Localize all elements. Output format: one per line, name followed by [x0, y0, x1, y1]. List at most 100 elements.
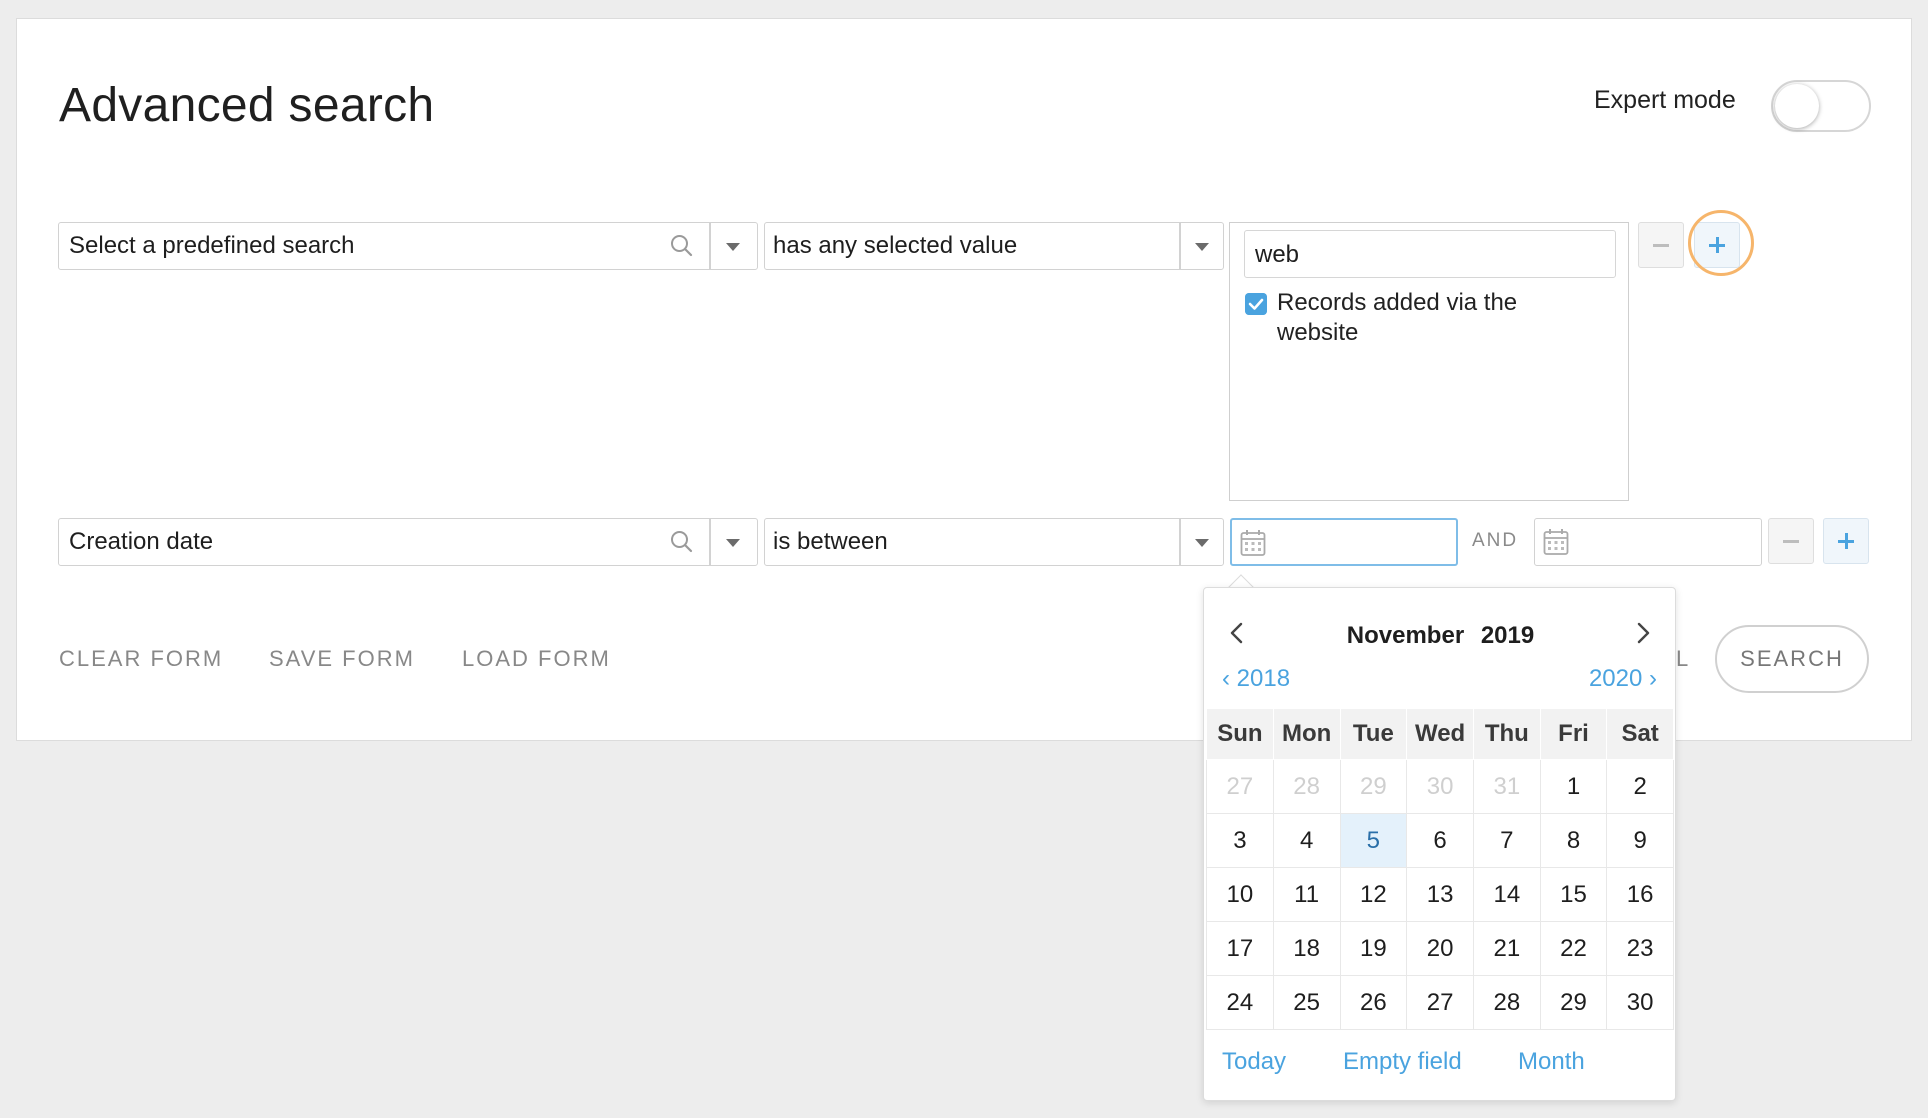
- calendar-day[interactable]: 1: [1539, 759, 1608, 814]
- calendar-week-row: 3456789: [1206, 813, 1674, 868]
- calendar-month[interactable]: November: [1347, 622, 1464, 649]
- calendar-day[interactable]: 11: [1272, 867, 1341, 922]
- calendar-icon: [1240, 530, 1266, 556]
- cancel-button-partial[interactable]: L: [1676, 646, 1688, 672]
- operator-select-row2-value: is between: [773, 528, 888, 555]
- chevron-down-icon[interactable]: [726, 539, 740, 547]
- calendar-day-outside-month[interactable]: 30: [1406, 759, 1474, 814]
- weekday-header: Thu: [1473, 708, 1541, 760]
- combo-separator: [1179, 223, 1181, 269]
- calendar-day-outside-month[interactable]: 28: [1272, 759, 1341, 814]
- chevron-down-icon[interactable]: [726, 243, 740, 251]
- calendar-day[interactable]: 21: [1473, 921, 1541, 976]
- value-search-input[interactable]: web: [1244, 230, 1616, 278]
- search-icon: [671, 235, 693, 257]
- calendar-day-selected[interactable]: 5: [1339, 813, 1408, 868]
- calendar-day[interactable]: 2: [1606, 759, 1674, 814]
- next-year-link[interactable]: 2020 ›: [1589, 665, 1657, 693]
- operator-select-row1[interactable]: has any selected value: [764, 222, 1224, 270]
- calendar-week-row: 17 18 19 20 21 22 23: [1206, 921, 1674, 976]
- clear-form-button[interactable]: CLEAR FORM: [59, 646, 223, 672]
- search-icon: [671, 531, 693, 553]
- remove-row2-button[interactable]: [1768, 518, 1814, 564]
- weekday-header: Mon: [1272, 708, 1341, 760]
- calendar-day[interactable]: 13: [1406, 867, 1474, 922]
- calendar-day-outside-month[interactable]: 31: [1473, 759, 1541, 814]
- calendar-day[interactable]: 18: [1272, 921, 1341, 976]
- expert-mode-label: Expert mode: [1594, 86, 1736, 114]
- highlight-ring: [1688, 210, 1754, 276]
- calendar-week-row: 10 11 12 13 14 15 16: [1206, 867, 1674, 922]
- weekday-header: Tue: [1339, 708, 1408, 760]
- operator-select-row2[interactable]: is between: [764, 518, 1224, 566]
- calendar-day[interactable]: 26: [1339, 975, 1408, 1030]
- checkbox-label[interactable]: Records added via the website: [1277, 288, 1577, 348]
- calendar-day[interactable]: 29: [1539, 975, 1608, 1030]
- calendar-day[interactable]: 25: [1272, 975, 1341, 1030]
- combo-separator: [709, 223, 711, 269]
- calendar-day[interactable]: 17: [1206, 921, 1274, 976]
- field-select-row2[interactable]: Creation date: [58, 518, 758, 566]
- calendar-week-row: 24 25 26 27 28 29 30: [1206, 975, 1674, 1030]
- checkbox-checked[interactable]: [1245, 293, 1267, 315]
- calendar-day[interactable]: 23: [1606, 921, 1674, 976]
- calendar-grid: Sun Mon Tue Wed Thu Fri Sat 27 28 29 30 31 1 2 3 4 5 6 7 8…: [1206, 708, 1674, 1030]
- chevron-down-icon[interactable]: [1195, 539, 1209, 547]
- date-to-input[interactable]: [1534, 518, 1762, 566]
- calendar-day[interactable]: 22: [1539, 921, 1608, 976]
- calendar-day[interactable]: 8: [1539, 813, 1608, 868]
- calendar-day[interactable]: 27: [1406, 975, 1474, 1030]
- calendar-icon: [1543, 529, 1569, 555]
- previous-year-link[interactable]: ‹ 2018: [1222, 665, 1290, 693]
- calendar-day[interactable]: 9: [1606, 813, 1674, 868]
- chevron-down-icon[interactable]: [1195, 243, 1209, 251]
- field-select-row2-value: Creation date: [69, 528, 214, 555]
- calendar-day[interactable]: 24: [1206, 975, 1274, 1030]
- chevron-right-icon[interactable]: [1628, 618, 1658, 648]
- weekday-header: Sat: [1606, 708, 1674, 760]
- calendar-year[interactable]: 2019: [1481, 622, 1534, 649]
- combo-separator: [1179, 519, 1181, 565]
- calendar-day[interactable]: 10: [1206, 867, 1274, 922]
- calendar-day-outside-month[interactable]: 27: [1206, 759, 1274, 814]
- weekday-header: Fri: [1539, 708, 1608, 760]
- calendar-day[interactable]: 4: [1272, 813, 1341, 868]
- calendar-week-row: 27 28 29 30 31 1 2: [1206, 759, 1674, 814]
- calendar-day[interactable]: 6: [1406, 813, 1474, 868]
- date-from-input[interactable]: [1230, 518, 1458, 566]
- toggle-knob: [1775, 84, 1819, 128]
- weekday-header: Sun: [1206, 708, 1274, 760]
- page-title: Advanced search: [59, 79, 435, 132]
- calendar-day[interactable]: 3: [1206, 813, 1274, 868]
- empty-field-link[interactable]: Empty field: [1343, 1048, 1462, 1076]
- calendar-month-title: November 2019: [1204, 622, 1677, 650]
- expert-mode-toggle[interactable]: [1771, 80, 1871, 132]
- month-view-link[interactable]: Month: [1518, 1048, 1585, 1076]
- value-picker-row1: web Records added via the website: [1229, 222, 1629, 501]
- and-label: AND: [1472, 530, 1519, 551]
- save-form-button[interactable]: SAVE FORM: [269, 646, 415, 672]
- calendar-day[interactable]: 15: [1539, 867, 1608, 922]
- weekday-header: Wed: [1406, 708, 1474, 760]
- previous-year-label: 2018: [1236, 665, 1291, 692]
- field-select-row1[interactable]: Select a predefined search: [58, 222, 758, 270]
- field-select-row1-value: Select a predefined search: [69, 232, 355, 259]
- calendar-day-outside-month[interactable]: 29: [1339, 759, 1408, 814]
- calendar-day[interactable]: 14: [1473, 867, 1541, 922]
- remove-row1-button[interactable]: [1638, 222, 1684, 268]
- calendar-day[interactable]: 30: [1606, 975, 1674, 1030]
- load-form-button[interactable]: LOAD FORM: [462, 646, 611, 672]
- calendar-day[interactable]: 28: [1473, 975, 1541, 1030]
- calendar-day[interactable]: 16: [1606, 867, 1674, 922]
- calendar-day[interactable]: 20: [1406, 921, 1474, 976]
- combo-separator: [709, 519, 711, 565]
- search-button[interactable]: SEARCH: [1715, 625, 1869, 693]
- next-year-label: 2020: [1588, 665, 1643, 692]
- calendar-day[interactable]: 7: [1473, 813, 1541, 868]
- today-link[interactable]: Today: [1222, 1048, 1286, 1076]
- calendar-day[interactable]: 12: [1339, 867, 1408, 922]
- calendar-day[interactable]: 19: [1339, 921, 1408, 976]
- operator-select-row1-value: has any selected value: [773, 232, 1018, 259]
- add-row2-button[interactable]: [1823, 518, 1869, 564]
- date-picker-popup: November 2019 ‹ 2018 2020 › Sun Mon Tue Wed…: [1203, 587, 1676, 1101]
